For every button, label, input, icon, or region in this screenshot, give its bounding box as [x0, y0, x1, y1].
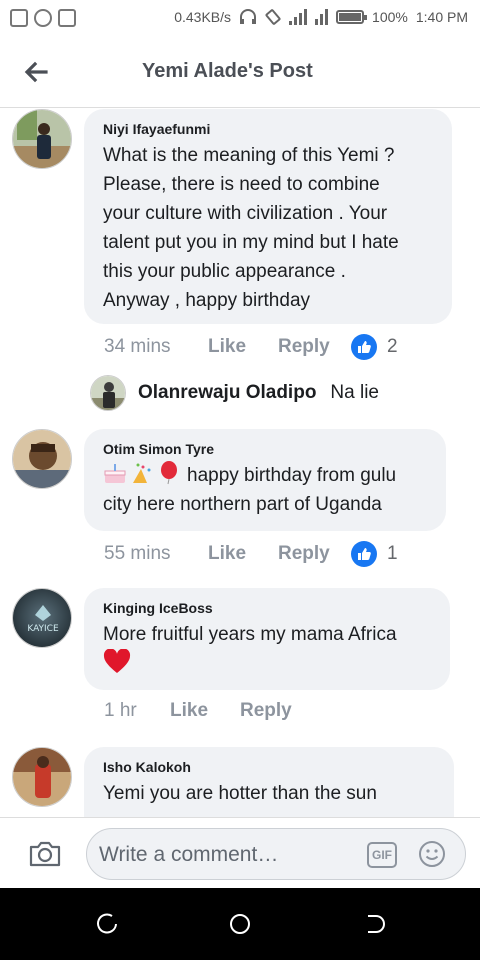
comment-bubble[interactable]: Otim Simon Tyre happy birthday from gulu… — [84, 429, 446, 531]
comment-author[interactable]: Otim Simon Tyre — [103, 441, 428, 457]
reaction-count: 1 — [387, 543, 398, 564]
comment-composer: Write a comment… GIF — [0, 817, 480, 888]
thumbs-up-icon — [351, 541, 377, 567]
comment-input[interactable]: Write a comment… GIF — [86, 828, 466, 880]
comment-meta: 55 mins Like Reply 1 — [104, 541, 398, 567]
avatar[interactable]: KAYICE — [12, 588, 72, 648]
reply-text: Na lie — [330, 382, 379, 403]
reply-button[interactable]: Reply — [240, 700, 313, 722]
comment-bubble[interactable]: Isho Kalokoh Yemi you are hotter than th… — [84, 747, 454, 817]
comment-time: 1 hr — [104, 700, 137, 721]
gallery-notification-icon — [10, 9, 28, 27]
reaction-summary[interactable]: 2 — [351, 334, 398, 360]
battery-percent: 100% — [372, 9, 408, 25]
page-title: Yemi Alade's Post — [142, 60, 313, 82]
battery-icon — [336, 10, 368, 24]
vibrate-icon — [265, 9, 281, 25]
avatar[interactable] — [12, 429, 72, 489]
comment-placeholder: Write a comment… — [99, 843, 279, 866]
comment-meta: 34 mins Like Reply 2 — [104, 334, 398, 360]
reply-button[interactable]: Reply — [278, 543, 351, 565]
headphones-icon — [240, 9, 257, 24]
comments-list[interactable]: Niyi Ifayaefunmi What is the meaning of … — [0, 109, 480, 817]
comment-text: What is the meaning of this Yemi ? Pleas… — [103, 145, 399, 311]
birthday-emojis-icon — [104, 461, 177, 485]
like-button[interactable]: Like — [208, 336, 278, 358]
back-nav-icon[interactable] — [362, 912, 386, 936]
status-bar: 0.43KB/s 100% 1:40 PM — [0, 0, 480, 36]
svg-text:KAYICE: KAYICE — [27, 624, 59, 634]
reaction-count: 2 — [387, 336, 398, 357]
reaction-summary[interactable]: 1 — [351, 541, 398, 567]
comment-bubble[interactable]: Kinging IceBoss More fruitful years my m… — [84, 588, 450, 690]
camera-icon[interactable] — [28, 839, 62, 869]
thumbs-up-icon — [351, 334, 377, 360]
emoji-icon[interactable] — [418, 840, 446, 868]
comment-time: 34 mins — [104, 336, 171, 357]
comment-text: More fruitful years my mama Africa — [103, 620, 432, 679]
news-notification-icon — [58, 9, 76, 27]
back-arrow-icon[interactable] — [20, 56, 52, 88]
signal-2-icon — [315, 9, 329, 25]
comment-author[interactable]: Kinging IceBoss — [103, 600, 432, 616]
gif-button[interactable]: GIF — [367, 842, 397, 868]
home-icon[interactable] — [228, 912, 252, 936]
avatar[interactable] — [12, 109, 72, 169]
signal-icon — [289, 9, 308, 25]
comment-bubble[interactable]: Niyi Ifayaefunmi What is the meaning of … — [84, 109, 452, 324]
whatsapp-icon — [34, 9, 52, 27]
reply-author[interactable]: Olanrewaju Oladipo — [138, 382, 316, 404]
comment-author[interactable]: Isho Kalokoh — [103, 759, 436, 775]
recent-apps-icon[interactable] — [96, 912, 120, 936]
clock: 1:40 PM — [415, 9, 468, 25]
comment-text: happy birthday from gulu city here north… — [103, 461, 428, 519]
like-button[interactable]: Like — [208, 543, 278, 565]
like-button[interactable]: Like — [170, 700, 240, 722]
red-heart-icon — [103, 648, 131, 673]
avatar[interactable] — [90, 375, 126, 411]
reply-button[interactable]: Reply — [278, 336, 351, 358]
reply-preview[interactable]: Olanrewaju Oladipo Na lie — [90, 375, 379, 411]
comment-time: 55 mins — [104, 543, 171, 564]
avatar[interactable] — [12, 747, 72, 807]
comment-meta: 1 hr Like Reply — [104, 700, 313, 722]
network-speed: 0.43KB/s — [174, 9, 232, 25]
comment-author[interactable]: Niyi Ifayaefunmi — [103, 121, 434, 137]
comment-text: Yemi you are hotter than the sun — [103, 783, 377, 804]
system-navigation-bar — [0, 888, 480, 960]
post-header: Yemi Alade's Post — [0, 36, 480, 108]
